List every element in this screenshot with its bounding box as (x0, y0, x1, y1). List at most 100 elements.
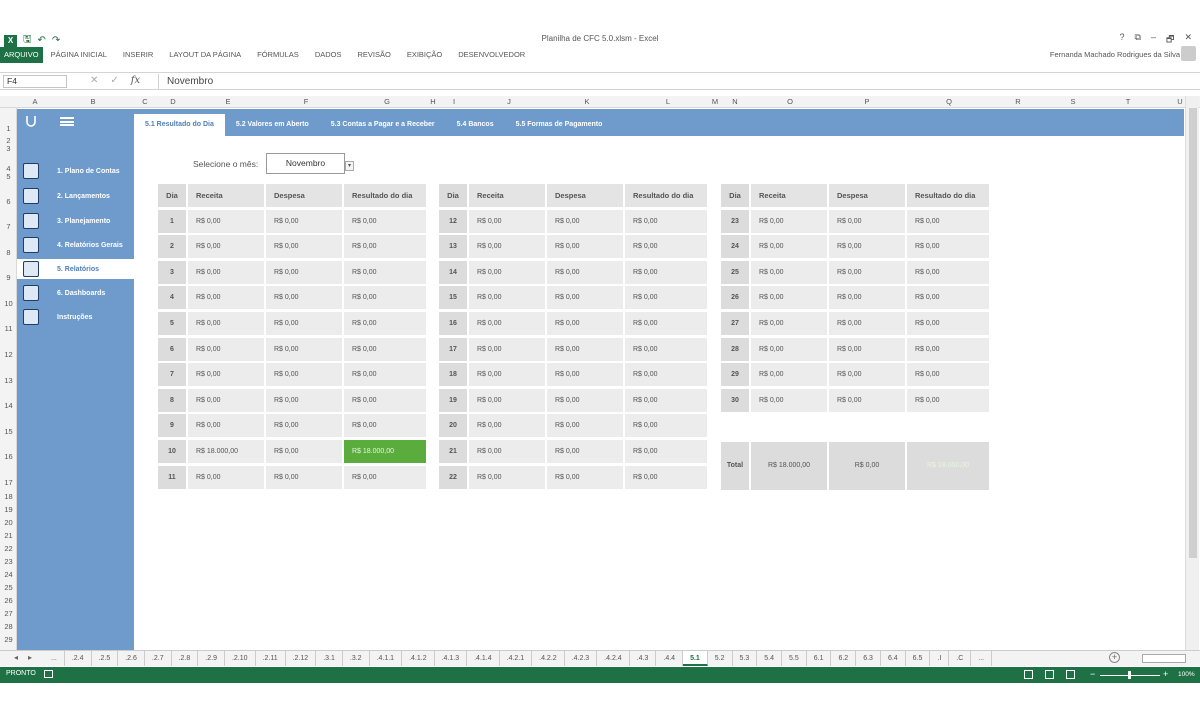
ribbon-tab-revisao[interactable]: REVISÃO (349, 47, 398, 63)
day-number-cell[interactable]: 11 (158, 465, 186, 489)
table-cell[interactable]: R$ 0,00 (266, 363, 342, 387)
table-cell[interactable]: R$ 0,00 (547, 235, 623, 259)
column-header[interactable]: K (584, 97, 589, 106)
ribbon-tab-dados[interactable]: DADOS (307, 47, 350, 63)
row-header[interactable]: 19 (0, 505, 17, 514)
table-cell[interactable]: R$ 0,00 (547, 440, 623, 463)
column-header[interactable]: G (384, 97, 390, 106)
table-header-cell[interactable]: Dia (721, 184, 749, 207)
table-cell[interactable]: R$ 0,00 (469, 286, 545, 310)
day-number-cell[interactable]: 16 (439, 312, 467, 335)
table-cell[interactable]: R$ 0,00 (829, 312, 905, 335)
table-cell[interactable]: R$ 0,00 (751, 388, 827, 412)
day-number-cell[interactable]: 8 (158, 388, 186, 412)
table-cell[interactable]: R$ 0,00 (907, 260, 989, 284)
sheet-tab[interactable]: .4.4 (656, 651, 684, 666)
table-header-cell[interactable]: Despesa (829, 184, 905, 207)
ribbon-tab-exibicao[interactable]: EXIBIÇÃO (399, 47, 450, 63)
row-header[interactable]: 24 (0, 570, 17, 579)
table-cell[interactable]: R$ 0,00 (266, 414, 342, 438)
table-cell[interactable]: R$ 0,00 (344, 209, 426, 233)
sidebar-item-planejamento[interactable]: 3. Planejamento (17, 211, 134, 231)
table-cell[interactable]: R$ 0,00 (625, 363, 707, 387)
sheet-tab[interactable]: 6.3 (856, 651, 881, 666)
table-cell[interactable]: R$ 0,00 (188, 286, 264, 310)
table-cell[interactable]: R$ 0,00 (469, 235, 545, 259)
confirm-icon[interactable]: ✓ (110, 75, 118, 86)
row-header[interactable]: 7 (0, 222, 17, 231)
sheet-tab[interactable]: .I (930, 651, 950, 666)
table-cell[interactable]: R$ 0,00 (751, 235, 827, 259)
row-header[interactable]: 5 (0, 172, 17, 181)
table-header-cell[interactable]: Receita (469, 184, 545, 207)
row-header[interactable]: 29 (0, 635, 17, 644)
table-cell[interactable]: R$ 0,00 (625, 312, 707, 335)
total-label-cell[interactable]: Total (721, 442, 749, 490)
table-cell[interactable]: R$ 0,00 (907, 235, 989, 259)
sidebar-item-instrucoes[interactable]: Instruções (17, 307, 134, 327)
day-number-cell[interactable]: 19 (439, 388, 467, 412)
table-cell[interactable]: R$ 0,00 (625, 337, 707, 361)
day-number-cell[interactable]: 2 (158, 235, 186, 259)
name-box[interactable]: F4 (3, 75, 67, 88)
table-cell[interactable]: R$ 0,00 (907, 388, 989, 412)
row-header[interactable]: 28 (0, 622, 17, 631)
sheet-tab[interactable]: 6.1 (807, 651, 832, 666)
table-header-cell[interactable]: Resultado do dia (625, 184, 707, 207)
day-number-cell[interactable]: 15 (439, 286, 467, 310)
zoom-slider-knob[interactable] (1128, 671, 1131, 679)
sheet-tab[interactable]: 5.4 (757, 651, 782, 666)
table-cell[interactable]: R$ 0,00 (188, 414, 264, 438)
row-header[interactable]: 17 (0, 478, 17, 487)
table-cell[interactable]: R$ 0,00 (625, 286, 707, 310)
table-header-cell[interactable]: Despesa (266, 184, 342, 207)
day-number-cell[interactable]: 26 (721, 286, 749, 310)
table-cell[interactable]: R$ 0,00 (625, 260, 707, 284)
column-header[interactable]: L (666, 97, 670, 106)
sheet-tab[interactable]: .2.4 (65, 651, 92, 666)
day-number-cell[interactable]: 24 (721, 235, 749, 259)
page-layout-view-icon[interactable] (1045, 670, 1054, 679)
tab-contas-pagar-receber[interactable]: 5.3 Contas a Pagar e a Receber (320, 114, 446, 136)
row-header[interactable]: 23 (0, 557, 17, 566)
table-cell[interactable]: R$ 0,00 (344, 337, 426, 361)
table-cell[interactable]: R$ 0,00 (188, 209, 264, 233)
table-cell[interactable]: R$ 0,00 (625, 209, 707, 233)
table-cell[interactable]: R$ 0,00 (625, 414, 707, 438)
column-header[interactable]: U (1177, 97, 1182, 106)
column-header[interactable]: P (864, 97, 869, 106)
table-cell[interactable]: R$ 0,00 (266, 235, 342, 259)
table-cell[interactable]: R$ 0,00 (266, 260, 342, 284)
column-header[interactable]: F (304, 97, 309, 106)
column-header[interactable]: R (1015, 97, 1020, 106)
table-cell[interactable]: R$ 0,00 (188, 235, 264, 259)
sheet-tab[interactable]: .2.10 (225, 651, 256, 666)
row-header[interactable]: 25 (0, 583, 17, 592)
help-icon[interactable]: ? (1120, 32, 1125, 48)
row-header[interactable]: 15 (0, 427, 17, 436)
day-number-cell[interactable]: 1 (158, 209, 186, 233)
table-cell[interactable]: R$ 0,00 (751, 260, 827, 284)
day-number-cell[interactable]: 14 (439, 260, 467, 284)
sheet-tab[interactable]: 5.2 (708, 651, 733, 666)
sheet-tab[interactable]: .2.7 (145, 651, 172, 666)
table-cell[interactable]: R$ 0,00 (547, 286, 623, 310)
table-cell[interactable]: R$ 0,00 (751, 286, 827, 310)
row-header[interactable]: 20 (0, 518, 17, 527)
table-cell[interactable]: R$ 0,00 (547, 388, 623, 412)
table-cell[interactable]: R$ 0,00 (907, 209, 989, 233)
table-cell[interactable]: R$ 0,00 (188, 260, 264, 284)
ribbon-display-icon[interactable]: ⧉ (1135, 32, 1141, 48)
table-cell[interactable]: R$ 0,00 (907, 312, 989, 335)
restore-icon[interactable]: 🗗 (1166, 32, 1174, 48)
table-cell[interactable]: R$ 0,00 (547, 337, 623, 361)
row-header[interactable]: 8 (0, 248, 17, 257)
column-header[interactable]: D (170, 97, 175, 106)
column-header[interactable]: N (732, 97, 737, 106)
day-number-cell[interactable]: 22 (439, 465, 467, 489)
sidebar-item-relatorios[interactable]: 5. Relatórios (17, 259, 134, 279)
column-header[interactable]: Q (946, 97, 952, 106)
table-header-cell[interactable]: Dia (439, 184, 467, 207)
row-header[interactable]: 27 (0, 609, 17, 618)
table-cell[interactable]: R$ 0,00 (829, 260, 905, 284)
